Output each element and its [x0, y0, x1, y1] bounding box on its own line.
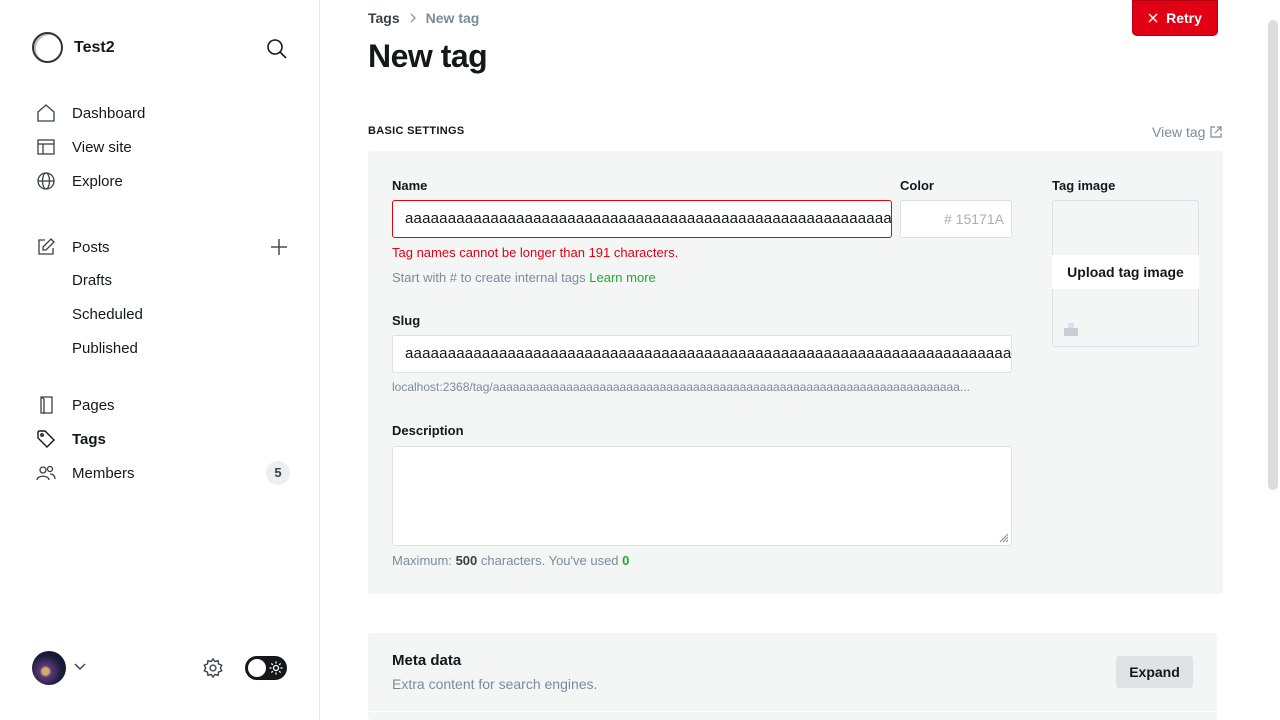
- sidebar-item-scheduled[interactable]: Scheduled: [72, 306, 143, 323]
- sidebar-item-label: Pages: [72, 396, 115, 414]
- sun-icon: [269, 661, 283, 675]
- chevron-down-icon[interactable]: [73, 659, 87, 673]
- name-label: Name: [392, 178, 428, 193]
- sidebar-item-label: Tags: [72, 430, 106, 448]
- chevron-right-icon: [410, 13, 416, 23]
- sidebar-item-posts[interactable]: Posts: [36, 235, 110, 259]
- breadcrumb: Tags New tag: [368, 10, 479, 26]
- sidebar-item-label: Posts: [72, 238, 110, 256]
- sidebar-item-label: View site: [72, 138, 132, 156]
- retry-label: Retry: [1166, 10, 1202, 26]
- meta-data-subtitle: Extra content for search engines.: [392, 676, 598, 692]
- sidebar: Test2 Dashboard View site Explore Posts …: [0, 0, 320, 720]
- layout-icon: [37, 139, 55, 155]
- avatar[interactable]: [32, 651, 66, 685]
- page-icon: [40, 396, 53, 414]
- description-counter: Maximum: 500 characters. You've used 0: [392, 553, 629, 568]
- retry-button[interactable]: Retry: [1132, 0, 1218, 36]
- gear-icon[interactable]: [202, 657, 224, 679]
- close-icon: [1148, 13, 1158, 23]
- edit-icon: [38, 238, 55, 255]
- sidebar-item-dashboard[interactable]: Dashboard: [36, 101, 145, 125]
- add-post-icon[interactable]: [269, 237, 289, 257]
- expand-button[interactable]: Expand: [1116, 656, 1193, 688]
- color-label: Color: [900, 178, 934, 193]
- toggle-knob: [248, 659, 266, 677]
- name-input[interactable]: aaaaaaaaaaaaaaaaaaaaaaaaaaaaaaaaaaaaaaaa…: [392, 200, 892, 238]
- sidebar-item-label: Members: [72, 464, 135, 482]
- name-hint: Start with # to create internal tags Lea…: [392, 270, 656, 285]
- slug-url-preview: localhost:2368/tag/aaaaaaaaaaaaaaaaaaaaa…: [392, 380, 970, 394]
- section-title: BASIC SETTINGS: [368, 125, 465, 137]
- scrollbar[interactable]: [1268, 20, 1278, 490]
- sidebar-item-members[interactable]: Members: [36, 461, 135, 485]
- external-link-icon: [1210, 126, 1223, 138]
- sidebar-item-view-site[interactable]: View site: [36, 135, 132, 159]
- sidebar-item-explore[interactable]: Explore: [36, 169, 123, 193]
- view-tag-label: View tag: [1152, 124, 1206, 140]
- slug-label: Slug: [392, 313, 421, 328]
- page-title: New tag: [368, 38, 488, 74]
- counter-mid: characters. You've used: [480, 553, 619, 568]
- tag-image-label: Tag image: [1052, 178, 1116, 193]
- meta-data-title: Meta data: [392, 652, 462, 669]
- sidebar-item-label: Dashboard: [72, 104, 146, 122]
- members-count-badge: 5: [266, 461, 290, 485]
- tag-icon: [37, 430, 55, 448]
- site-logo: [32, 32, 63, 63]
- image-placeholder-icon: [1064, 323, 1078, 336]
- name-hint-text: Start with # to create internal tags: [392, 270, 586, 285]
- theme-toggle[interactable]: [245, 656, 287, 680]
- upload-tag-image-button[interactable]: Upload tag image: [1052, 255, 1199, 289]
- color-swatch[interactable]: [900, 200, 938, 238]
- view-tag-link[interactable]: View tag: [1152, 124, 1223, 140]
- counter-used: 0: [622, 553, 630, 568]
- counter-prefix: Maximum:: [392, 553, 452, 568]
- name-error: Tag names cannot be longer than 191 char…: [392, 245, 679, 260]
- sidebar-item-tags[interactable]: Tags: [36, 427, 106, 451]
- sidebar-item-published[interactable]: Published: [72, 340, 138, 357]
- description-label: Description: [392, 423, 464, 438]
- slug-input[interactable]: aaaaaaaaaaaaaaaaaaaaaaaaaaaaaaaaaaaaaaaa…: [392, 335, 1012, 373]
- resize-grip-icon[interactable]: [999, 533, 1009, 543]
- members-icon: [36, 465, 56, 481]
- color-input[interactable]: # 15171A: [937, 200, 1012, 238]
- site-name: Test2: [74, 38, 115, 56]
- sidebar-item-label: Explore: [72, 172, 123, 190]
- sidebar-item-pages[interactable]: Pages: [36, 393, 115, 417]
- counter-max: 500: [455, 553, 478, 568]
- site-brand[interactable]: Test2: [32, 32, 115, 63]
- breadcrumb-tags-link[interactable]: Tags: [368, 10, 400, 26]
- sidebar-item-drafts[interactable]: Drafts: [72, 272, 112, 289]
- description-textarea[interactable]: [392, 446, 1012, 546]
- breadcrumb-current: New tag: [425, 10, 480, 26]
- divider: [368, 711, 1217, 712]
- learn-more-link[interactable]: Learn more: [589, 270, 655, 285]
- search-icon[interactable]: [265, 37, 289, 61]
- home-icon: [37, 104, 55, 122]
- globe-icon: [37, 172, 55, 190]
